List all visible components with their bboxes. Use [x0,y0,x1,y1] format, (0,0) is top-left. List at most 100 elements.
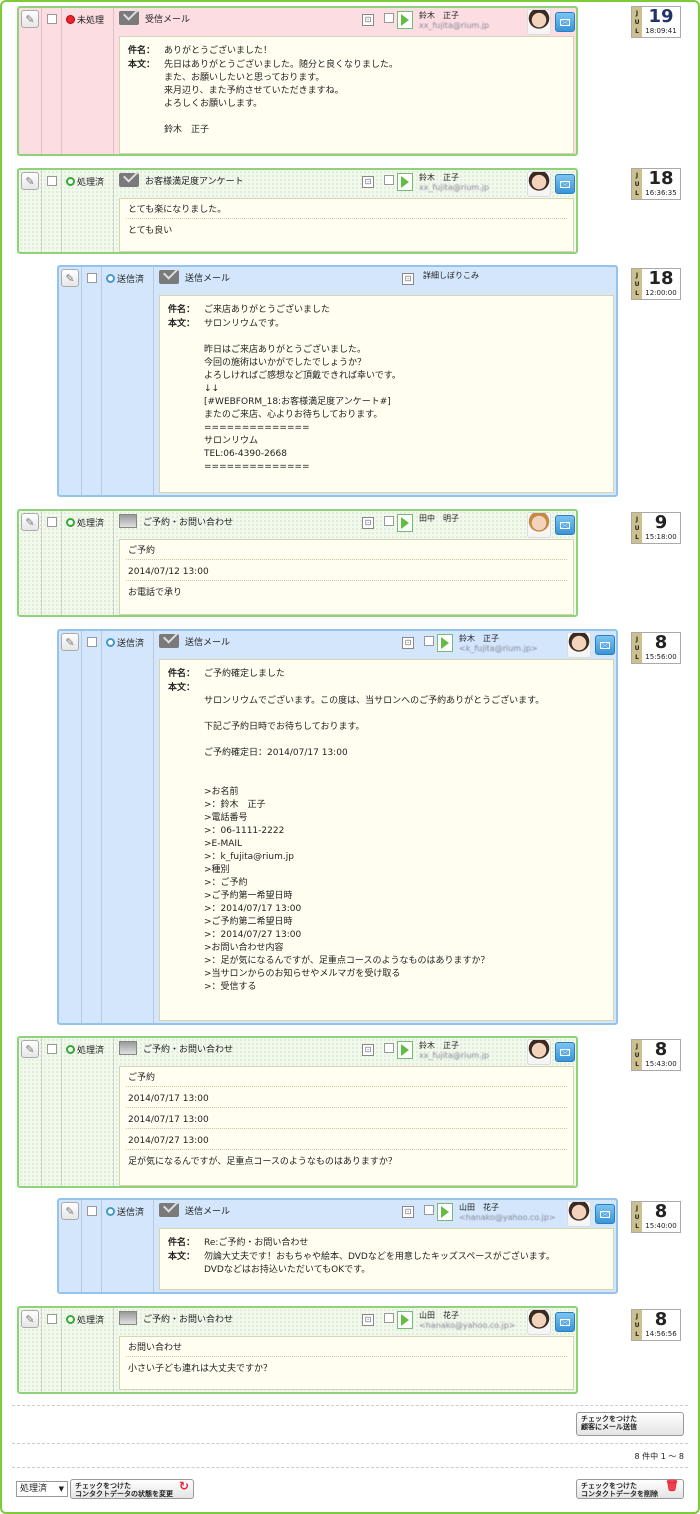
message-detail: ご予約 2014/07/17 13:00 2014/07/17 13:00 2014/… [119,1066,574,1186]
mail-send-button[interactable] [555,174,575,194]
contact-name-text: 山田 花子 [419,1311,459,1320]
avatar [527,512,551,538]
message-type-label: お客様満足度アンケート [145,176,244,187]
status-icon [66,1045,75,1054]
month-label: J U L [632,513,642,543]
contact-checkbox[interactable] [384,13,394,23]
day-label: 19 [648,6,674,27]
detail-row: 2014/07/17 13:00 [128,1094,209,1104]
select-checkbox[interactable] [47,517,57,527]
mail-send-button[interactable] [595,1204,615,1224]
status-label: 送信済 [117,639,145,649]
contact-card: ✎ 未処理 受信メール ⊡ 鈴木 正子 xx_fujita@rium.jp 件名： ありがとう… [17,6,578,156]
day-label: 8 [654,632,668,653]
month-label: J U L [632,1202,642,1232]
day-label: 9 [654,512,668,533]
expand-icon[interactable]: ⊡ [362,14,374,26]
contact-checkbox[interactable] [424,636,434,646]
date-badge: J U L 18 16:36:35 [631,168,681,200]
column-divider [113,1308,114,1392]
expand-icon[interactable]: ⊡ [402,273,414,285]
row-divider [126,218,567,219]
contact-name-text: 鈴木 正子 [419,173,459,182]
day-label: 8 [654,1201,668,1222]
message-detail: とても楽になりました。 とても良い [119,198,574,252]
date-badge: J U L 8 15:40:00 [631,1201,681,1233]
contact-checkbox[interactable] [384,516,394,526]
select-checkbox[interactable] [47,1314,57,1324]
contact-action-icon[interactable] [437,1203,453,1221]
select-checkbox[interactable] [87,637,97,647]
contact-action-icon[interactable] [397,514,413,532]
body-value: 勿論大丈夫です！おもちゃや絵本、DVDなどを用意したキッズスペースがございます。… [204,1252,555,1275]
expand-icon[interactable]: ⊡ [402,1206,414,1218]
select-checkbox[interactable] [47,14,57,24]
message-type: 受信メール [119,11,190,25]
expand-icon[interactable]: ⊡ [402,637,414,649]
delete-button[interactable]: チェックをつけた コンタクトデータを削除 🗑 [576,1479,684,1499]
send-mail-button[interactable]: チェックをつけた 顧客にメール送信 [576,1412,684,1436]
edit-button[interactable]: ✎ [61,633,79,651]
mail-send-button[interactable] [555,12,575,32]
contact-action-icon[interactable] [397,173,413,191]
select-checkbox[interactable] [47,1044,57,1054]
contact-checkbox[interactable] [384,1313,394,1323]
mail-send-button[interactable] [595,635,615,655]
detail-row: 2014/07/27 13:00 [128,1136,209,1146]
contact-name-text: 鈴木 正子 [419,1041,459,1050]
edit-button[interactable]: ✎ [21,1040,39,1058]
message-type: ご予約・お問い合わせ [119,1311,233,1325]
avatar [567,632,591,658]
mail-send-button[interactable] [555,515,575,535]
contact-checkbox[interactable] [384,175,394,185]
contact-action-icon[interactable] [397,1041,413,1059]
status-label: 処理済 [77,1046,105,1056]
message-detail: ご予約 2014/07/12 13:00 お電話で承り [119,539,574,615]
column-divider [81,267,82,495]
select-checkbox[interactable] [47,176,57,186]
status-select[interactable]: 処理済 ▼ [16,1481,68,1497]
status-label: 処理済 [77,519,105,529]
expand-icon[interactable]: ⊡ [362,1314,374,1326]
day-label: 18 [648,168,674,189]
expand-icon[interactable]: ⊡ [362,1044,374,1056]
message-detail: 件名： Re:ご予約・お問い合わせ 本文： 勿論大丈夫です！おもちゃや絵本、DVDなど… [159,1228,614,1290]
status-icon [106,274,115,283]
contact-name-text: 田中 明子 [419,514,459,523]
change-status-button[interactable]: チェックをつけた コンタクトデータの状態を変更 ↻ [70,1479,194,1499]
day-label: 8 [654,1309,668,1330]
mail-send-button[interactable] [555,1042,575,1062]
month-label: J U L [632,269,642,299]
contact-action-icon[interactable] [397,1311,413,1329]
envelope-icon [119,173,139,187]
month-label: J U L [632,1040,642,1070]
status-icon [66,518,75,527]
contact-action-icon[interactable] [437,634,453,652]
date-badge: J U L 8 15:56:00 [631,632,681,664]
status-indicator: 送信済 [106,1205,144,1218]
column-divider [113,170,114,252]
contact-action-icon[interactable] [397,11,413,29]
select-checkbox[interactable] [87,1206,97,1216]
edit-button[interactable]: ✎ [21,172,39,190]
edit-button[interactable]: ✎ [21,513,39,531]
avatar [527,1309,551,1335]
status-icon [66,177,75,186]
edit-button[interactable]: ✎ [21,10,39,28]
contact-checkbox[interactable] [384,1043,394,1053]
edit-button[interactable]: ✎ [21,1310,39,1328]
expand-icon[interactable]: ⊡ [362,176,374,188]
contact-email: <hanako@yahoo.co.jp> [419,1321,516,1330]
divider [12,1405,688,1406]
mail-send-button[interactable] [555,1312,575,1332]
expand-icon[interactable]: ⊡ [362,517,374,529]
select-checkbox[interactable] [87,273,97,283]
detail-row: 足が気になるんですが、足重点コースのようなものはありますか？ [128,1157,397,1167]
contact-name: 鈴木 正子 xx_fujita@rium.jp [419,11,489,31]
edit-button[interactable]: ✎ [61,269,79,287]
contact-checkbox[interactable] [424,1205,434,1215]
pencil-icon: ✎ [25,1042,35,1056]
filter-link[interactable]: 詳細しぼりこみ [423,271,479,281]
edit-button[interactable]: ✎ [61,1202,79,1220]
pencil-icon: ✎ [25,12,35,26]
